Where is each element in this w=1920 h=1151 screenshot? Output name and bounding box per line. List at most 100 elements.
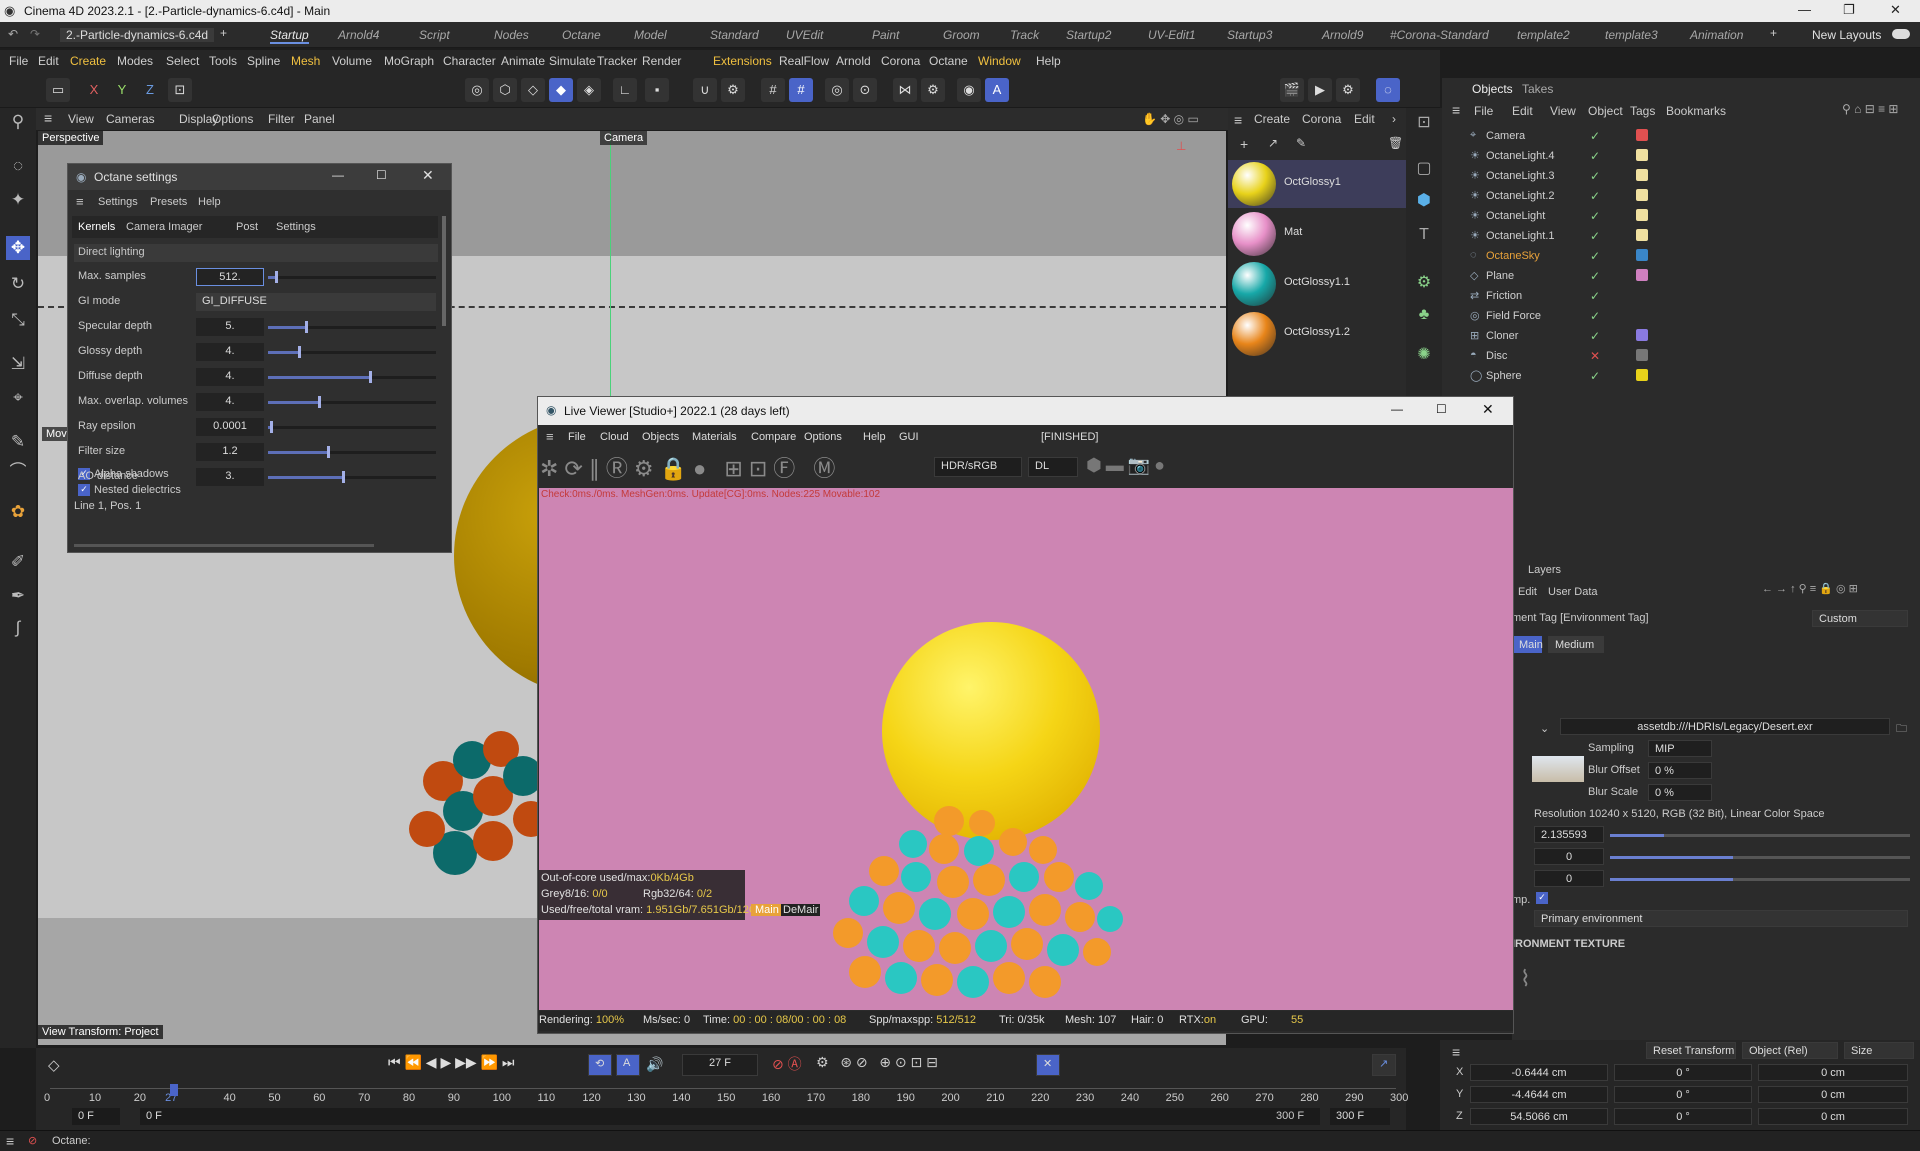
setting-slider[interactable] <box>268 321 436 333</box>
edges-mode-icon[interactable]: ◇ <box>521 78 545 102</box>
close-icon[interactable]: ✕ <box>1482 401 1494 418</box>
slider-knob[interactable] <box>326 446 330 458</box>
timeline-start-field[interactable]: 0 F <box>72 1108 120 1125</box>
material-menu-create[interactable]: Create <box>1254 112 1290 126</box>
undo-icon[interactable]: ↶ <box>8 27 18 41</box>
layout-tab-nodes[interactable]: Nodes <box>494 28 529 42</box>
render-queue-icon[interactable]: ◌ <box>1376 78 1400 102</box>
close-icon[interactable]: ✕ <box>422 167 434 184</box>
maximize-icon[interactable]: ☐ <box>376 168 387 182</box>
attr-mode-dropdown[interactable]: Custom <box>1812 610 1908 627</box>
menu-mesh[interactable]: Mesh <box>291 54 320 68</box>
setting-value-field[interactable]: 0.0001 <box>196 418 264 436</box>
colorspace-dropdown[interactable]: HDR/sRGB <box>934 457 1022 477</box>
viewport-menu-options[interactable]: Options <box>212 112 253 126</box>
redo-icon[interactable]: ↷ <box>30 27 40 41</box>
coord-position-field[interactable]: -0.6444 cm <box>1470 1064 1608 1081</box>
menu-render[interactable]: Render <box>642 54 681 68</box>
coord-rotation-field[interactable]: 0 ° <box>1614 1108 1752 1125</box>
minimize-icon[interactable]: — <box>1391 402 1403 416</box>
close-icon[interactable]: ✕ <box>1890 2 1901 18</box>
snap-settings-icon[interactable]: ⚙ <box>721 78 745 102</box>
menu-spline[interactable]: Spline <box>247 54 280 68</box>
attr-menu-edit[interactable]: Edit <box>1518 586 1537 598</box>
object-row[interactable]: ⌖ Camera ✓ <box>1470 126 1910 146</box>
enabled-check-icon[interactable]: ✓ <box>1590 369 1600 383</box>
octane-menu-presets[interactable]: Presets <box>150 196 187 208</box>
sound-icon[interactable]: 🔊 <box>646 1056 663 1073</box>
coord-size-field[interactable]: 0 cm <box>1758 1086 1908 1103</box>
menu-character[interactable]: Character <box>443 54 496 68</box>
layout-tab-paint[interactable]: Paint <box>872 28 899 42</box>
rotation-x-field[interactable]: 0 <box>1534 848 1604 865</box>
layout-tab-startup2[interactable]: Startup2 <box>1066 28 1111 42</box>
demain-tag[interactable]: DeMair <box>781 904 821 916</box>
add-layout-icon[interactable]: + <box>1770 26 1777 40</box>
timeline-end-field[interactable]: 300 F <box>1330 1108 1390 1125</box>
layout-tab--corona-standard[interactable]: #Corona-Standard <box>1390 28 1489 42</box>
live-viewer-menu-icon[interactable]: ≡ <box>546 429 554 444</box>
object-row[interactable]: ☀ OctaneLight.2 ✓ <box>1470 186 1910 206</box>
viewport-nav-icons[interactable]: ✋ ✥ ◎ ▭ <box>1142 112 1199 126</box>
layout-toggle[interactable] <box>1892 29 1910 39</box>
layout-tab-script[interactable]: Script <box>419 28 450 42</box>
live-viewer-menu-file[interactable]: File <box>568 431 586 443</box>
live-selection-icon[interactable]: ✦ <box>6 188 30 212</box>
object-tag-icon[interactable] <box>1636 129 1648 141</box>
menu-extensions[interactable]: Extensions <box>713 54 772 68</box>
object-tag-icon[interactable] <box>1636 249 1648 261</box>
menu-animate[interactable]: Animate <box>501 54 545 68</box>
setting-slider[interactable] <box>268 446 436 458</box>
importance-checkbox[interactable]: ✓ <box>1536 892 1548 904</box>
texture-path-field[interactable]: assetdb:///HDRIs/Legacy/Desert.exr <box>1560 718 1890 735</box>
attr-nav-icons[interactable]: ← → ↑ ⚲ ≡ 🔒 ◎ ⊞ <box>1762 582 1858 595</box>
object-tag-icon[interactable] <box>1636 349 1648 361</box>
object-row[interactable]: ⊞ Cloner ✓ <box>1470 326 1910 346</box>
setting-slider[interactable] <box>268 421 436 433</box>
move-tool-icon[interactable]: ✥ <box>6 236 30 260</box>
octane-menu-settings[interactable]: Settings <box>98 196 138 208</box>
layout-tab-track[interactable]: Track <box>1010 28 1039 42</box>
menu-realflow[interactable]: RealFlow <box>779 54 829 68</box>
layout-icon[interactable]: ⊡ <box>1412 112 1436 136</box>
menu-edit[interactable]: Edit <box>38 54 59 68</box>
coord-size-field[interactable]: 0 cm <box>1758 1064 1908 1081</box>
attr-menu-user-data[interactable]: User Data <box>1548 586 1598 598</box>
object-tag-icon[interactable] <box>1636 169 1648 181</box>
object-row[interactable]: ◯ Sphere ✓ <box>1470 366 1910 386</box>
layout-tab-octane[interactable]: Octane <box>562 28 601 42</box>
octane-menu-help[interactable]: Help <box>198 196 221 208</box>
enabled-check-icon[interactable]: ✓ <box>1590 129 1600 143</box>
slider-knob[interactable] <box>304 321 308 333</box>
points-mode-icon[interactable]: ⬡ <box>493 78 517 102</box>
text-icon[interactable]: T <box>1412 226 1436 250</box>
object-tag-icon[interactable] <box>1636 269 1648 281</box>
coord-position-field[interactable]: -4.4644 cm <box>1470 1086 1608 1103</box>
material-item[interactable]: OctGlossy1.1 <box>1228 260 1406 308</box>
coordinate-system-icon[interactable]: ⊡ <box>168 78 192 102</box>
objects-menu-file[interactable]: File <box>1474 104 1493 118</box>
autokey-icon[interactable]: A <box>616 1054 640 1076</box>
objects-menu-icon[interactable]: ≡ <box>1452 102 1460 118</box>
kernel-dropdown[interactable]: DL <box>1028 457 1078 477</box>
enabled-check-icon[interactable]: ✓ <box>1590 269 1600 283</box>
object-row[interactable]: ◌ OctaneSky ✓ <box>1470 246 1910 266</box>
object-row[interactable]: ☀ OctaneLight.1 ✓ <box>1470 226 1910 246</box>
rotation-y-slider[interactable] <box>1610 878 1910 881</box>
live-viewer-titlebar[interactable]: ◉ Live Viewer [Studio+] 2022.1 (28 days … <box>538 397 1513 425</box>
render-output[interactable]: Check:0ms./0ms. MeshGen:0ms. Update[CG]:… <box>539 488 1513 1010</box>
fullscreen-icon[interactable]: ▭ <box>46 78 70 102</box>
enabled-check-icon[interactable]: ✓ <box>1590 309 1600 323</box>
layout-tab-groom[interactable]: Groom <box>943 28 980 42</box>
octane-tab-camera-imager[interactable]: Camera Imager <box>126 221 202 233</box>
layers-tab[interactable]: Layers <box>1528 564 1561 576</box>
current-frame-field[interactable]: 27 F <box>682 1054 758 1076</box>
objects-tool-icons[interactable]: ⚲ ⌂ ⊟ ≡ ⊞ <box>1842 102 1898 116</box>
menu-volume[interactable]: Volume <box>332 54 372 68</box>
live-viewer-menu-compare[interactable]: Compare <box>751 431 796 443</box>
viewport-menu-panel[interactable]: Panel <box>304 112 335 126</box>
magnet-tool-icon[interactable]: ⌒ <box>6 460 30 484</box>
live-viewer-menu-objects[interactable]: Objects <box>642 431 679 443</box>
layout-tab-template2[interactable]: template2 <box>1517 28 1570 42</box>
menu-file[interactable]: File <box>9 54 28 68</box>
